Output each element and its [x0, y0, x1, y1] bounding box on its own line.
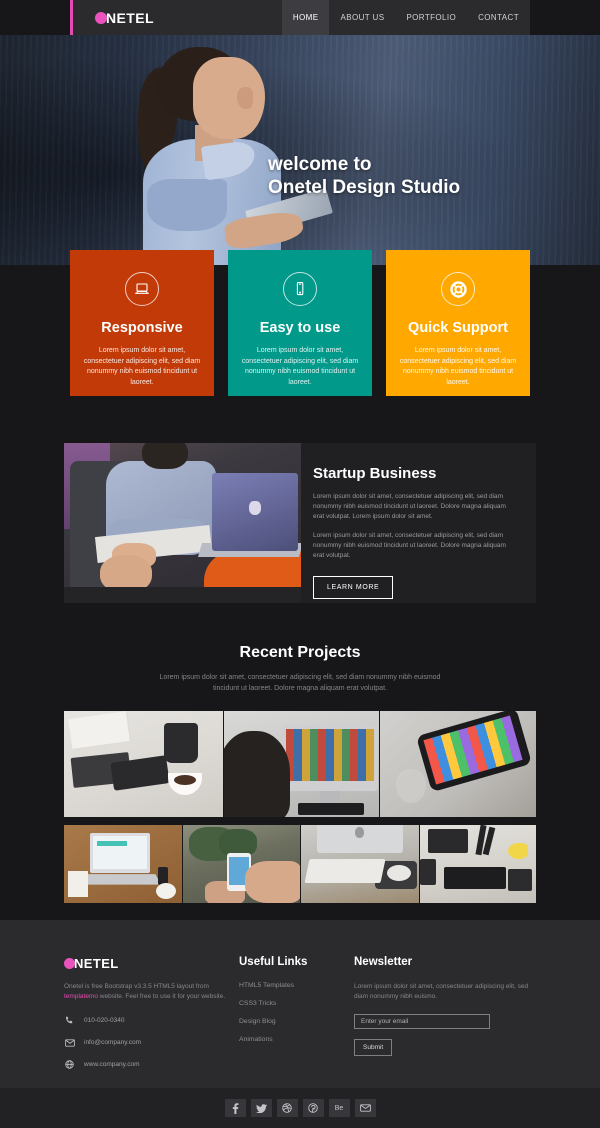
newsletter-email-input[interactable]	[354, 1014, 490, 1029]
startup-paragraph-2: Lorem ipsum dolor sit amet, consectetuer…	[313, 532, 506, 559]
behance-icon[interactable]: Be	[328, 1099, 350, 1117]
footer-contact-phone: 010-020-0340	[64, 1015, 239, 1026]
hero-line-1: welcome to	[268, 154, 372, 175]
useful-link-css3-tricks[interactable]: CSS3 Tricks	[239, 1000, 354, 1007]
site-header: NETEL HOME ABOUT US PORTFOLIO CONTACT	[0, 0, 600, 35]
hero-heading: welcome to Onetel Design Studio	[268, 153, 460, 199]
twitter-icon[interactable]	[250, 1099, 272, 1117]
feature-card-easy-to-use[interactable]: Easy to use Lorem ipsum dolor sit amet, …	[228, 250, 372, 396]
newsletter-submit-button[interactable]: Submit	[354, 1039, 393, 1056]
footer-email-value[interactable]: info@company.com	[84, 1039, 141, 1046]
startup-title: Startup Business	[313, 465, 437, 482]
useful-link-html5-templates[interactable]: HTML5 Templates	[239, 982, 354, 989]
footer-useful-links-column: Useful Links HTML5 Templates CSS3 Tricks…	[239, 956, 354, 1081]
nav-item-contact[interactable]: CONTACT	[467, 0, 530, 35]
projects-gallery	[64, 711, 536, 903]
facebook-icon[interactable]	[224, 1099, 246, 1117]
useful-link-animations[interactable]: Animations	[239, 1036, 354, 1043]
gallery-item-hands-phone[interactable]	[182, 825, 300, 903]
feature-card-responsive[interactable]: Responsive Lorem ipsum dolor sit amet, c…	[70, 250, 214, 396]
email-icon[interactable]	[354, 1099, 376, 1117]
phone-icon	[64, 1015, 75, 1026]
footer-description-post: website. Feel free to use it for your we…	[97, 993, 226, 1000]
gallery-item-iphone-apps[interactable]	[380, 711, 536, 817]
feature-title: Easy to use	[259, 320, 341, 336]
learn-more-button[interactable]: LEARN MORE	[313, 576, 394, 599]
footer-logo-text: NETEL	[74, 956, 119, 971]
site-logo[interactable]: NETEL	[73, 0, 154, 35]
logo-text: NETEL	[106, 9, 154, 26]
feature-description: Lorem ipsum dolor sit amet, consectetuer…	[83, 347, 201, 386]
dribbble-icon[interactable]	[276, 1099, 298, 1117]
startup-business-image	[64, 443, 301, 603]
footer-description-pre: Onetel is free Bootstrap v3.3.5 HTML5 la…	[64, 983, 209, 990]
nav-item-about-us[interactable]: ABOUT US	[329, 0, 395, 35]
hero-banner: welcome to Onetel Design Studio	[0, 35, 600, 265]
pinterest-icon[interactable]	[302, 1099, 324, 1117]
laptop-icon	[125, 272, 159, 306]
footer-logo[interactable]: NETEL	[64, 956, 239, 971]
feature-cards: Responsive Lorem ipsum dolor sit amet, c…	[70, 250, 530, 396]
gallery-item-laptop-wood[interactable]	[64, 825, 182, 903]
gallery-item-desk-coffee[interactable]	[64, 711, 223, 817]
feature-title: Quick Support	[408, 320, 508, 336]
startup-business-section: Startup Business Lorem ipsum dolor sit a…	[64, 443, 536, 603]
gallery-item-imac-photos[interactable]	[223, 711, 380, 817]
newsletter-heading: Newsletter	[354, 956, 413, 968]
site-footer: NETEL Onetel is free Bootstrap v3.3.5 HT…	[0, 920, 600, 1088]
mobile-icon	[283, 272, 317, 306]
footer-contact-website: www.company.com	[64, 1059, 239, 1070]
newsletter-description: Lorem ipsum dolor sit amet, consectetuer…	[354, 983, 529, 1000]
recent-projects-title: Recent Projects	[239, 644, 361, 661]
useful-links-heading: Useful Links	[239, 956, 308, 968]
lifering-icon	[441, 272, 475, 306]
footer-phone-value: 010-020-0340	[84, 1017, 125, 1024]
globe-icon	[64, 1059, 75, 1070]
footer-description: Onetel is free Bootstrap v3.3.5 HTML5 la…	[64, 982, 239, 1002]
nav-item-portfolio[interactable]: PORTFOLIO	[395, 0, 467, 35]
header-inner: NETEL HOME ABOUT US PORTFOLIO CONTACT	[70, 0, 530, 35]
useful-link-design-blog[interactable]: Design Blog	[239, 1018, 354, 1025]
recent-projects-subtitle: Lorem ipsum dolor sit amet, consectetuer…	[159, 674, 441, 692]
social-links-bar: Be	[0, 1088, 600, 1128]
templatemo-link[interactable]: templatemo	[64, 993, 98, 1000]
gallery-item-imac-keyboard[interactable]	[301, 825, 419, 903]
startup-business-content: Startup Business Lorem ipsum dolor sit a…	[301, 443, 536, 603]
gallery-row-bottom	[64, 817, 536, 903]
footer-contact-email: info@company.com	[64, 1037, 239, 1048]
footer-newsletter-column: Newsletter Lorem ipsum dolor sit amet, c…	[354, 956, 529, 1081]
feature-description: Lorem ipsum dolor sit amet, consectetuer…	[241, 347, 359, 386]
feature-title: Responsive	[101, 320, 183, 336]
envelope-icon	[64, 1037, 75, 1048]
footer-website-value[interactable]: www.company.com	[84, 1061, 140, 1068]
gallery-row-top	[64, 711, 536, 817]
nav-item-home[interactable]: HOME	[281, 0, 330, 35]
startup-paragraph-1: Lorem ipsum dolor sit amet, consectetuer…	[313, 493, 506, 520]
hero-line-2: Onetel Design Studio	[268, 177, 461, 198]
feature-card-quick-support[interactable]: Quick Support Lorem ipsum dolor sit amet…	[386, 250, 530, 396]
footer-about-column: NETEL Onetel is free Bootstrap v3.3.5 HT…	[64, 956, 239, 1081]
feature-description: Lorem ipsum dolor sit amet, consectetuer…	[399, 347, 517, 386]
main-navigation: HOME ABOUT US PORTFOLIO CONTACT	[281, 0, 530, 35]
gallery-item-workspace-flatlay[interactable]	[419, 825, 536, 903]
behance-glyph: Be	[334, 1104, 344, 1112]
